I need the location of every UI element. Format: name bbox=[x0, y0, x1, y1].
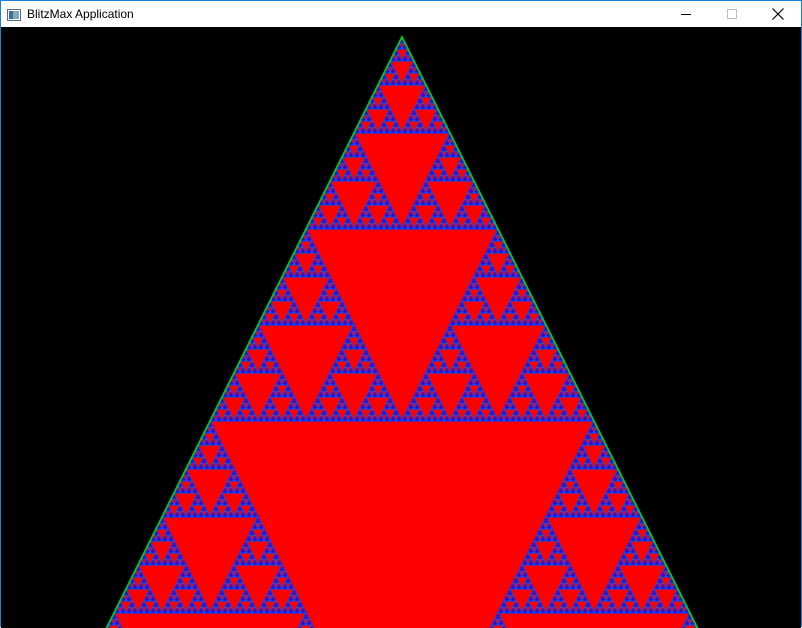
close-icon bbox=[772, 8, 784, 20]
maximize-icon bbox=[727, 9, 737, 19]
close-button[interactable] bbox=[755, 1, 801, 27]
window-controls bbox=[663, 1, 801, 27]
window-title: BlitzMax Application bbox=[27, 7, 134, 21]
minimize-button[interactable] bbox=[663, 1, 709, 27]
app-window: BlitzMax Application bbox=[0, 0, 802, 628]
render-area[interactable] bbox=[1, 27, 801, 628]
maximize-button[interactable] bbox=[709, 1, 755, 27]
minimize-icon bbox=[681, 14, 691, 15]
app-icon bbox=[7, 8, 21, 21]
sierpinski-canvas bbox=[1, 27, 801, 628]
title-bar[interactable]: BlitzMax Application bbox=[1, 1, 801, 27]
